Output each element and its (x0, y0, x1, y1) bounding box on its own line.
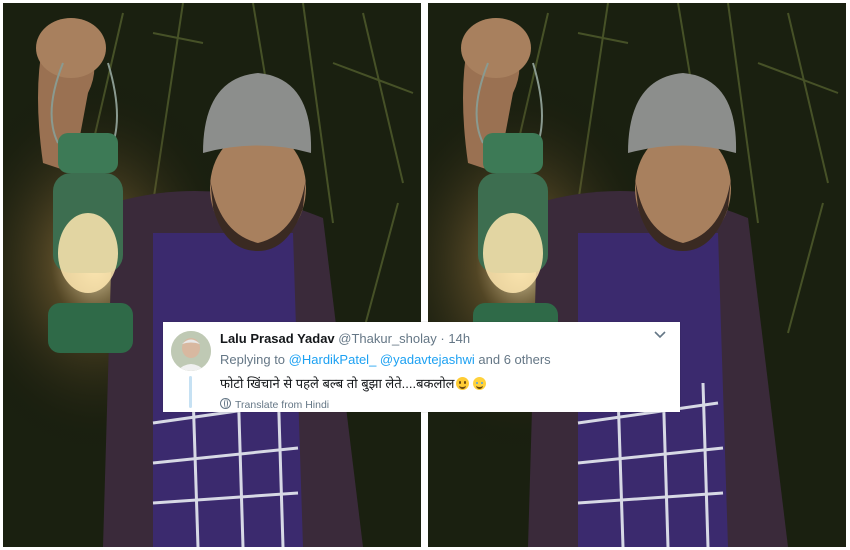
author-name[interactable]: Lalu Prasad Yadav (220, 331, 335, 346)
photo-left (3, 3, 421, 547)
tweet-time[interactable]: 14h (448, 331, 470, 346)
author-handle[interactable]: @Thakur_sholay (338, 331, 436, 346)
man-with-lantern-photo-right (428, 3, 846, 547)
globe-icon (220, 398, 231, 409)
mention-link-2[interactable]: @yadavtejashwi (380, 352, 475, 367)
smiley-emoji (455, 377, 469, 390)
header-separator: · (440, 331, 445, 346)
tweet-card: Lalu Prasad Yadav @Thakur_sholay · 14h R… (163, 322, 680, 412)
photo-right (428, 3, 846, 547)
avatar[interactable] (171, 331, 211, 371)
tears-of-joy-emoji (473, 377, 487, 390)
tweet-text-content: फोटो खिंचाने से पहले बल्ब तो बुझा लेते..… (220, 376, 455, 391)
reply-suffix[interactable]: and 6 others (478, 352, 550, 367)
reply-prefix: Replying to (220, 352, 286, 367)
man-with-lantern-photo-left (3, 3, 421, 547)
thread-line (189, 376, 192, 408)
translate-label: Translate from Hindi (235, 399, 330, 411)
tweet-text: फोटो खिंचाने से पहले बल्ब तो बुझा लेते..… (220, 374, 487, 392)
avatar-image (171, 331, 211, 371)
chevron-down-icon[interactable] (654, 330, 666, 342)
reply-context: Replying to @HardikPatel_ @yadavtejashwi… (220, 352, 551, 367)
tweet-header: Lalu Prasad Yadav @Thakur_sholay · 14h (220, 331, 470, 346)
translate-link[interactable]: Translate from Hindi (220, 398, 329, 411)
mention-link-1[interactable]: @HardikPatel_ (289, 352, 377, 367)
